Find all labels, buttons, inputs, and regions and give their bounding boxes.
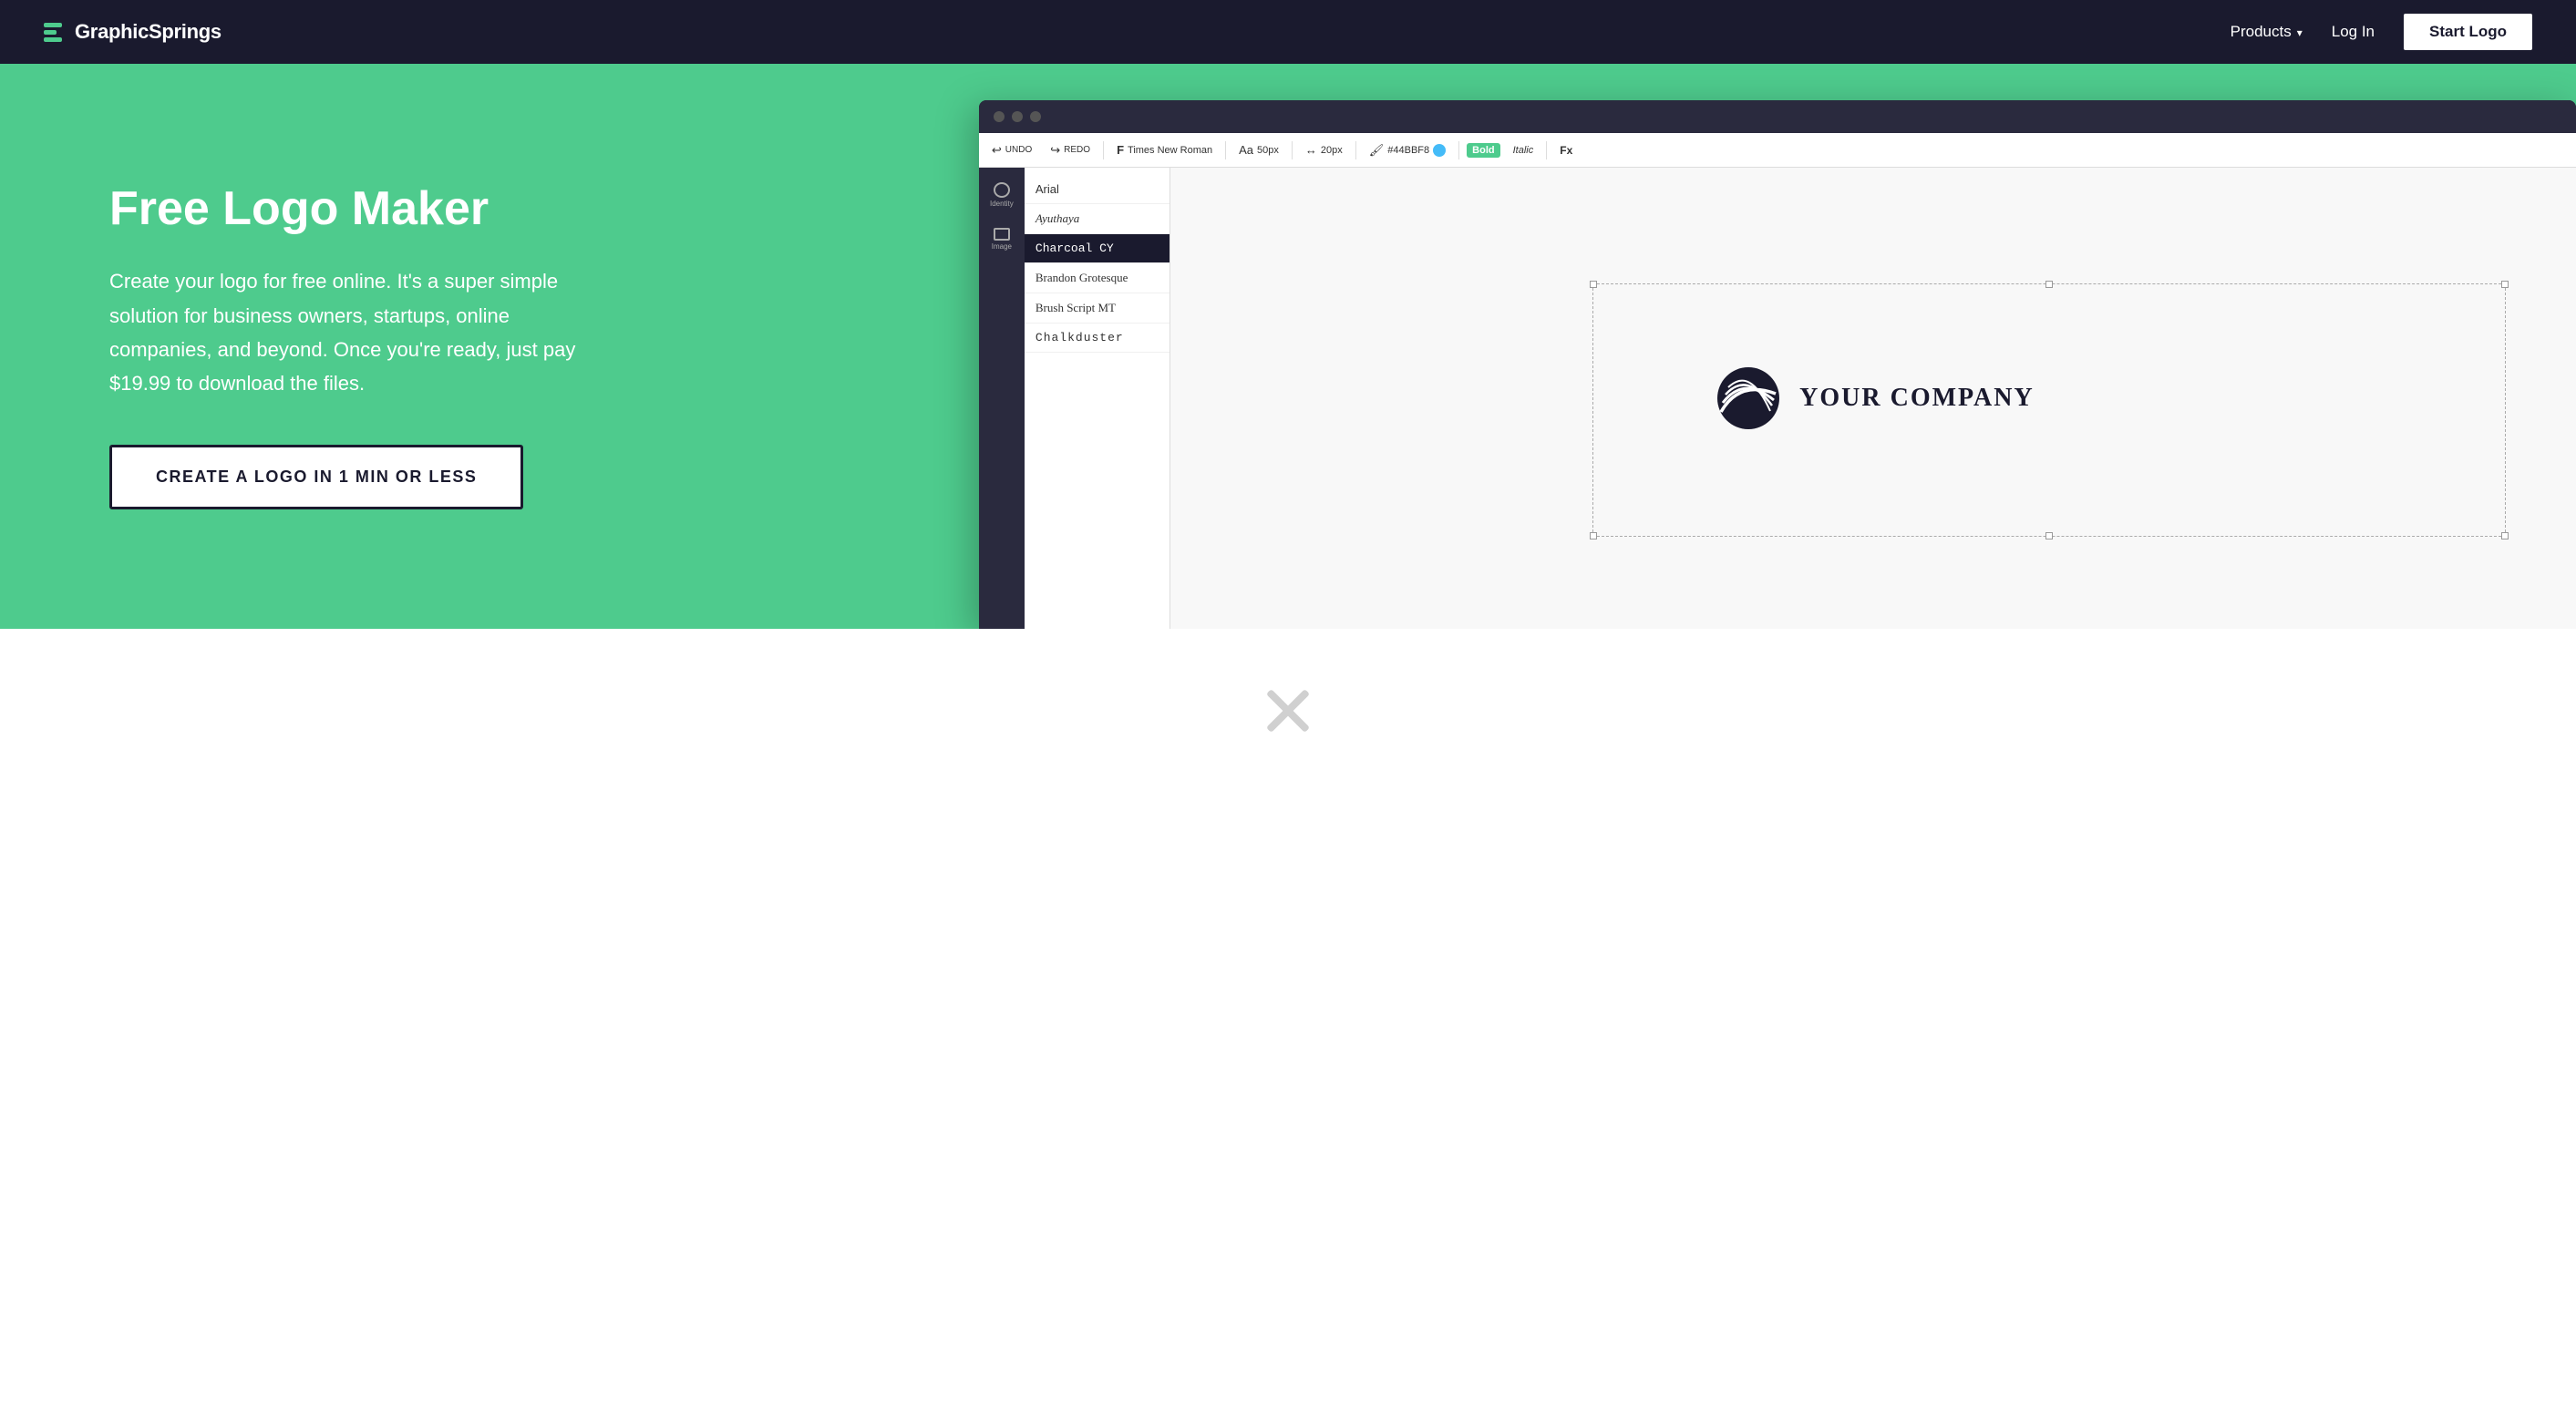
toolbar-spacing[interactable]: ↔ 20px [1300, 141, 1348, 159]
font-item-chalk[interactable]: Chalkduster [1025, 324, 1170, 353]
window-dot-2 [1012, 111, 1023, 122]
font-item-charcoal[interactable]: Charcoal CY [1025, 234, 1170, 263]
selection-handle-bl [1590, 532, 1597, 539]
navbar: GraphicSprings Products ▾ Log In Start L… [0, 0, 2576, 64]
identity-shape [994, 182, 1010, 198]
navbar-nav: Products ▾ Log In Start Logo [2231, 14, 2532, 50]
cta-button[interactable]: CREATE A LOGO IN 1 MIN OR LESS [109, 445, 523, 509]
redo-icon: ↪ [1050, 143, 1060, 158]
image-label: Image [992, 242, 1012, 251]
font-icon: F [1117, 143, 1124, 157]
products-label: Products [2231, 23, 2292, 41]
font-panel: Arial Ayuthaya Charcoal CY Brandon Grote… [1025, 168, 1170, 629]
window-dot-1 [994, 111, 1005, 122]
font-item-brandon[interactable]: Brandon Grotesque [1025, 263, 1170, 293]
color-hex-value: #44BBF8 [1387, 145, 1429, 156]
toolbar-redo: ↪ REDO [1045, 141, 1096, 159]
sidebar-image-icon[interactable]: Image [989, 226, 1015, 252]
login-link[interactable]: Log In [2332, 23, 2375, 41]
editor-sidebar: Identity Image [979, 168, 1025, 629]
lower-section [0, 629, 2576, 775]
toolbar-color[interactable]: 🖌 #44BBF8 [1364, 141, 1451, 159]
brand-name: GraphicSprings [75, 20, 222, 44]
selection-handle-tl [1590, 281, 1597, 288]
undo-icon: ↩ [992, 143, 1002, 158]
toolbar-undo: ↩ UNDO [986, 141, 1037, 159]
toolbar-divider-2 [1225, 141, 1226, 159]
hero-section: Free Logo Maker Create your logo for fre… [0, 64, 2576, 629]
font-size-value: 50px [1257, 145, 1279, 156]
toolbar-divider-6 [1546, 141, 1547, 159]
window-dot-3 [1030, 111, 1041, 122]
hero-description: Create your logo for free online. It's a… [109, 264, 583, 401]
logo-preview: YOUR COMPANY [1712, 362, 2035, 435]
identity-label: Identity [990, 200, 1014, 208]
spacing-icon: ↔ [1305, 143, 1317, 157]
undo-label: UNDO [1005, 145, 1032, 155]
toolbar-fx-button[interactable]: Fx [1554, 142, 1578, 159]
mockup-top-bar [979, 100, 2576, 133]
logo-text-preview: YOUR COMPANY [1799, 384, 2035, 413]
hero-title: Free Logo Maker [109, 183, 583, 235]
selection-handle-tc [2045, 281, 2053, 288]
spacing-value: 20px [1321, 145, 1343, 156]
selection-handle-tr [2501, 281, 2509, 288]
mockup-body: ↩ UNDO ↪ REDO F Times New Roman Aa [979, 133, 2576, 629]
editor-canvas: YOUR COMPANY [1170, 168, 2576, 629]
app-mockup: ↩ UNDO ↪ REDO F Times New Roman Aa [979, 100, 2576, 629]
editor-toolbar: ↩ UNDO ↪ REDO F Times New Roman Aa [979, 133, 2576, 168]
font-item-ayuthaya[interactable]: Ayuthaya [1025, 204, 1170, 234]
aa-icon: Aa [1239, 143, 1253, 157]
mockup-screen: ↩ UNDO ↪ REDO F Times New Roman Aa [979, 100, 2576, 629]
font-item-brush[interactable]: Brush Script MT [1025, 293, 1170, 324]
toolbar-italic-button[interactable]: Italic [1508, 143, 1540, 158]
sidebar-identity-icon[interactable]: Identity [989, 182, 1015, 208]
products-menu[interactable]: Products ▾ [2231, 23, 2303, 41]
toolbar-divider-1 [1103, 141, 1104, 159]
toolbar-font-selector[interactable]: F Times New Roman [1111, 141, 1218, 159]
start-logo-button[interactable]: Start Logo [2404, 14, 2532, 50]
hero-content: Free Logo Maker Create your logo for fre… [109, 183, 583, 509]
color-brush-icon: 🖌 [1369, 143, 1385, 158]
toolbar-font-size[interactable]: Aa 50px [1233, 141, 1284, 159]
image-shape [994, 228, 1010, 241]
toolbar-divider-5 [1458, 141, 1459, 159]
brand-logo-icon [44, 23, 62, 42]
selection-handle-br [2501, 532, 2509, 539]
logo-icon-graphic [1712, 362, 1785, 435]
chevron-down-icon: ▾ [2297, 26, 2303, 39]
redo-label: REDO [1064, 145, 1090, 155]
navbar-brand: GraphicSprings [44, 20, 222, 44]
toolbar-divider-3 [1292, 141, 1293, 159]
font-item-arial[interactable]: Arial [1025, 175, 1170, 204]
color-swatch [1433, 144, 1446, 157]
tools-decoration [1261, 683, 1315, 738]
toolbar-divider-4 [1355, 141, 1356, 159]
selection-handle-bc [2045, 532, 2053, 539]
font-name: Times New Roman [1128, 145, 1212, 156]
toolbar-bold-button[interactable]: Bold [1467, 143, 1499, 158]
tools-cross-icon [1261, 683, 1315, 738]
